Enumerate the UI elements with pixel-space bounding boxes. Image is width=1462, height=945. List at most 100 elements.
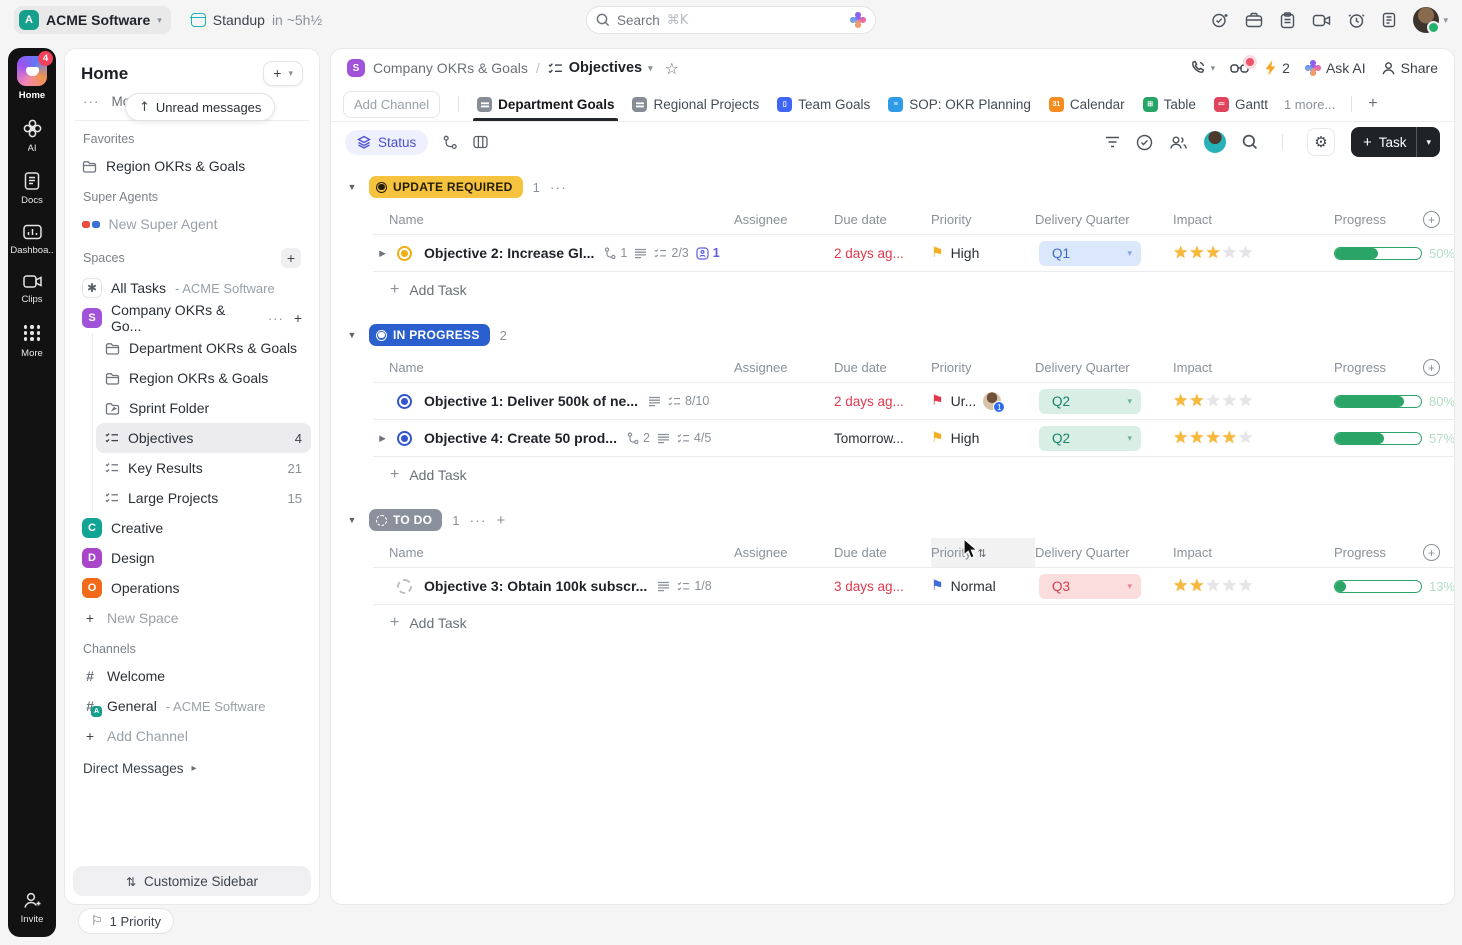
task-name[interactable]: Objective 1: Deliver 500k of ne...	[424, 393, 638, 409]
rail-item-home[interactable]: 4 Home	[8, 56, 56, 101]
breadcrumb[interactable]: Company OKRs & Goals	[373, 60, 528, 76]
task-name[interactable]: Objective 3: Obtain 100k subscr...	[424, 578, 647, 594]
star-filled-icon[interactable]: ★	[1173, 391, 1188, 411]
settings-button[interactable]	[1307, 128, 1335, 156]
impact-rating[interactable]: ★★★★★	[1173, 428, 1334, 448]
priority-filter-pill[interactable]: 1 Priority	[78, 908, 174, 934]
star-empty-icon[interactable]: ★	[1206, 391, 1221, 411]
status-dot-in-progress[interactable]	[397, 394, 412, 409]
more-tabs-button[interactable]: 1 more...	[1278, 97, 1341, 112]
column-assignee[interactable]: Assignee	[734, 353, 834, 382]
favorite-star-icon[interactable]	[665, 59, 679, 78]
priority-cell[interactable]: High	[931, 430, 1035, 446]
task-row[interactable]: Objective 3: Obtain 100k subscr... 1/8 3…	[373, 568, 1454, 605]
column-impact[interactable]: Impact	[1173, 205, 1334, 234]
column-impact[interactable]: Impact	[1173, 538, 1334, 567]
add-space-button[interactable]	[281, 248, 301, 268]
tab-team-goals[interactable]: ▯ Team Goals	[769, 87, 878, 121]
add-channel-button[interactable]: Add Channel	[343, 91, 440, 118]
user-menu[interactable]	[1413, 7, 1448, 33]
column-due-date[interactable]: Due date	[834, 538, 931, 567]
star-empty-icon[interactable]: ★	[1222, 576, 1237, 596]
ask-ai-button[interactable]: Ask AI	[1305, 60, 1366, 76]
rail-item-dashboards[interactable]: Dashboa..	[8, 223, 56, 256]
status-badge[interactable]: TO DO	[369, 509, 442, 531]
show-closed-icon[interactable]	[1136, 134, 1153, 151]
sidebar-item-region-okrs[interactable]: Region OKRs & Goals	[96, 363, 311, 393]
star-filled-icon[interactable]: ★	[1173, 243, 1188, 263]
sidebar-item-all-tasks[interactable]: ✱ All Tasks - ACME Software	[73, 273, 311, 303]
sidebar-item-new-super-agent[interactable]: New Super Agent	[73, 209, 311, 239]
add-view-button[interactable]	[1362, 95, 1383, 113]
column-progress[interactable]: Progress	[1334, 212, 1386, 227]
priority-cell[interactable]: High	[931, 245, 1035, 261]
task-dropdown-chevron[interactable]	[1416, 127, 1440, 157]
star-filled-icon[interactable]: ★	[1189, 391, 1204, 411]
priority-cell[interactable]: Normal	[931, 578, 1035, 594]
relationship-icon[interactable]	[443, 135, 458, 150]
collapse-group-icon[interactable]	[345, 515, 359, 525]
direct-messages-toggle[interactable]: Direct Messages	[73, 751, 311, 786]
due-date[interactable]: 3 days ag...	[834, 579, 931, 594]
rail-item-ai[interactable]: AI	[8, 118, 56, 154]
group-by-status-button[interactable]: Status	[345, 130, 428, 155]
star-filled-icon[interactable]: ★	[1222, 428, 1237, 448]
column-assignee[interactable]: Assignee	[734, 538, 834, 567]
impact-rating[interactable]: ★★★★★	[1173, 391, 1334, 411]
notes-doc-icon[interactable]	[1382, 12, 1396, 28]
sidebar-item-operations[interactable]: O Operations	[73, 573, 311, 603]
add-column-button[interactable]	[1423, 211, 1440, 228]
due-date[interactable]: 2 days ag...	[834, 394, 931, 409]
star-empty-icon[interactable]: ★	[1238, 428, 1253, 448]
group-menu-icon[interactable]	[470, 512, 487, 528]
agents-button[interactable]	[1230, 62, 1249, 75]
star-filled-icon[interactable]: ★	[1173, 576, 1188, 596]
priority-cell[interactable]: Ur...1	[931, 392, 1035, 410]
tab-department-goals[interactable]: Department Goals	[469, 87, 622, 121]
new-task-button[interactable]: Task	[1351, 127, 1440, 157]
customize-sidebar-button[interactable]: Customize Sidebar	[73, 866, 311, 896]
column-name[interactable]: Name	[373, 538, 734, 567]
sidebar-item-design[interactable]: D Design	[73, 543, 311, 573]
standup-reminder[interactable]: Standup in ~5h½	[191, 12, 322, 28]
tab-table[interactable]: ⊞ Table	[1135, 87, 1204, 121]
column-priority[interactable]: Priority	[931, 353, 1035, 382]
add-column-button[interactable]	[1423, 359, 1440, 376]
column-name[interactable]: Name	[373, 205, 734, 234]
filter-icon[interactable]	[1105, 136, 1120, 148]
expand-row-icon[interactable]	[375, 248, 390, 259]
column-priority[interactable]: Priority	[931, 205, 1035, 234]
rail-item-invite[interactable]: Invite	[8, 891, 56, 925]
sidebar-item-add-channel[interactable]: Add Channel	[73, 721, 311, 751]
column-priority-hovered[interactable]: Priority	[931, 538, 1035, 567]
sidebar-item-company-okrs[interactable]: S Company OKRs & Go...	[73, 303, 311, 333]
delivery-quarter-dropdown[interactable]: Q3	[1039, 574, 1141, 599]
columns-icon[interactable]	[473, 135, 488, 149]
group-add-icon[interactable]	[497, 512, 506, 529]
rail-item-docs[interactable]: Docs	[8, 171, 56, 206]
assignees-icon[interactable]	[1169, 135, 1188, 150]
task-name[interactable]: Objective 2: Increase Gl...	[424, 245, 594, 261]
add-column-button[interactable]	[1423, 544, 1440, 561]
status-dot-update-required[interactable]	[397, 246, 412, 261]
delivery-quarter-dropdown[interactable]: Q2	[1039, 389, 1141, 414]
call-button[interactable]	[1190, 60, 1216, 76]
sidebar-item-channel-welcome[interactable]: # Welcome	[73, 661, 311, 691]
delivery-quarter-dropdown[interactable]: Q2	[1039, 426, 1141, 451]
collapse-group-icon[interactable]	[345, 182, 359, 192]
group-menu-icon[interactable]	[550, 179, 567, 195]
tab-sop-okr-planning[interactable]: ≡ SOP: OKR Planning	[880, 87, 1039, 121]
column-delivery-quarter[interactable]: Delivery Quarter	[1035, 205, 1173, 234]
star-empty-icon[interactable]: ★	[1206, 576, 1221, 596]
sidebar-item-sprint-folder[interactable]: Sprint Folder	[96, 393, 311, 423]
tab-calendar[interactable]: 31 Calendar	[1041, 87, 1133, 121]
rail-item-clips[interactable]: Clips	[8, 273, 56, 305]
briefcase-icon[interactable]	[1245, 12, 1263, 28]
workspace-switcher[interactable]: A ACME Software	[14, 6, 171, 34]
task-row[interactable]: Objective 1: Deliver 500k of ne... 8/10 …	[373, 383, 1454, 420]
add-task-button[interactable]: Add Task	[373, 605, 1454, 641]
status-dot-to-do[interactable]	[397, 579, 412, 594]
ai-flower-icon[interactable]	[850, 12, 866, 28]
column-progress[interactable]: Progress	[1334, 545, 1386, 560]
tab-gantt[interactable]: ≔ Gantt	[1206, 87, 1276, 121]
